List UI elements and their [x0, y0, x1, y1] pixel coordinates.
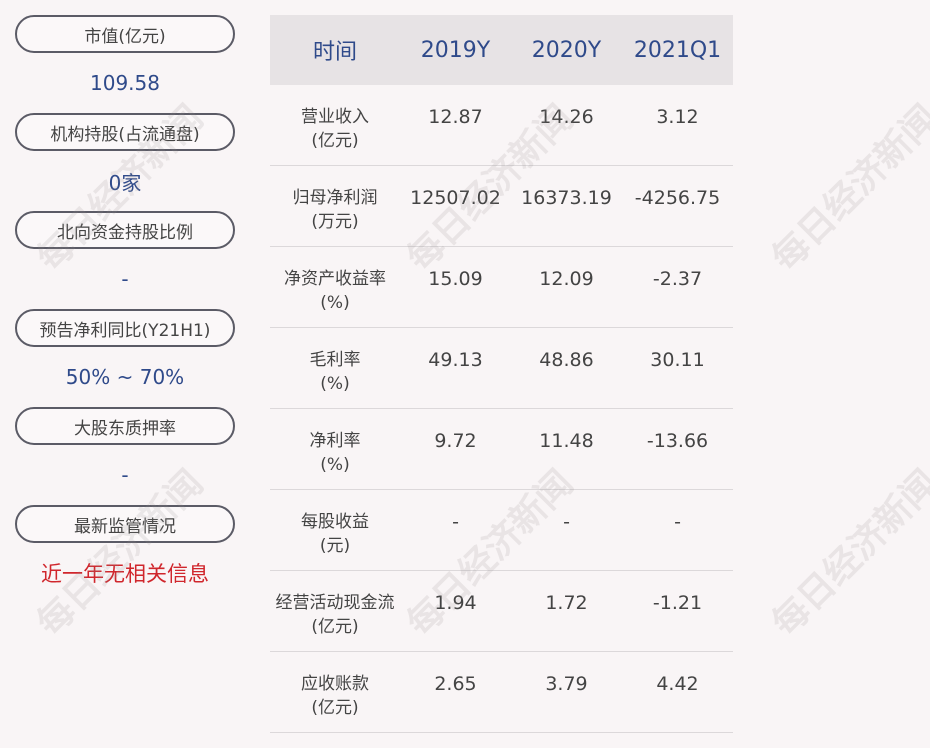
- header-period: 时间: [312, 40, 357, 65]
- row-value-2021q1: -13.66: [646, 430, 709, 452]
- table-row: 每股收益 (元) - - -: [270, 490, 733, 571]
- row-metric-unit: (万元): [311, 212, 359, 232]
- row-value-2019y: 15.09: [428, 268, 483, 290]
- row-value-2019y: 12.87: [428, 106, 483, 128]
- summary-label-northbound-ratio: 北向资金持股比例: [15, 211, 235, 249]
- row-label: 应收账款 (亿元): [270, 672, 400, 720]
- row-metric-name: 经营活动现金流: [275, 593, 395, 613]
- table-row: 归母净利润 (万元) 12507.02 16373.19 -4256.75: [270, 166, 733, 247]
- row-value-2019y: 1.94: [434, 592, 477, 614]
- row-value-2021q1: 4.42: [656, 673, 699, 695]
- summary-value-regulatory: 近一年无相关信息: [41, 562, 209, 586]
- summary-value-profit-forecast: 50% ~ 70%: [65, 365, 185, 389]
- row-value-2019y: -: [452, 511, 459, 533]
- summary-value-market-cap: 109.58: [90, 71, 160, 95]
- table-row: 经营活动现金流 (亿元) 1.94 1.72 -1.21: [270, 571, 733, 652]
- row-value-2020y: 12.09: [539, 268, 594, 290]
- row-metric-name: 净利率: [309, 431, 361, 451]
- watermark-text: 每日经济新闻: [764, 462, 930, 645]
- financial-table: 时间 2019Y 2020Y 2021Q1 营业收入 (亿元) 12.87 14.26…: [270, 15, 733, 733]
- row-metric-name: 毛利率: [309, 350, 361, 370]
- row-label: 净资产收益率 (%): [270, 267, 400, 315]
- row-label: 营业收入 (亿元): [270, 105, 400, 153]
- summary-value-pledge-ratio: -: [121, 463, 129, 487]
- row-value-2020y: 3.79: [545, 673, 588, 695]
- row-metric-unit: (元): [319, 536, 351, 556]
- row-value-2019y: 12507.02: [410, 187, 501, 209]
- table-row: 应收账款 (亿元) 2.65 3.79 4.42: [270, 652, 733, 733]
- row-value-2019y: 9.72: [434, 430, 477, 452]
- table-body: 营业收入 (亿元) 12.87 14.26 3.12 归母净利润 (万元) 12507.02 1…: [270, 85, 733, 733]
- row-value-2021q1: 30.11: [650, 349, 705, 371]
- row-metric-name: 每股收益: [301, 512, 369, 532]
- summary-label-pledge-ratio: 大股东质押率: [15, 407, 235, 445]
- row-value-2021q1: -1.21: [652, 592, 703, 614]
- row-metric-name: 净资产收益率: [284, 269, 386, 289]
- row-value-2019y: 2.65: [434, 673, 477, 695]
- summary-panel: 市值(亿元) 109.58 机构持股(占流通盘) 0家 北向资金持股比例 - 预…: [15, 15, 235, 603]
- row-value-2020y: 48.86: [539, 349, 594, 371]
- row-value-2019y: 49.13: [428, 349, 483, 371]
- table-row: 净利率 (%) 9.72 11.48 -13.66: [270, 409, 733, 490]
- row-metric-unit: (亿元): [311, 131, 359, 151]
- row-label: 毛利率 (%): [270, 348, 400, 396]
- summary-label-institutional-holding: 机构持股(占流通盘): [15, 113, 235, 151]
- row-value-2020y: 16373.19: [521, 187, 612, 209]
- row-metric-name: 营业收入: [301, 107, 369, 127]
- table-row: 营业收入 (亿元) 12.87 14.26 3.12: [270, 85, 733, 166]
- header-2019y: 2019Y: [420, 37, 491, 63]
- table-row: 净资产收益率 (%) 15.09 12.09 -2.37: [270, 247, 733, 328]
- row-metric-unit: (%): [320, 374, 350, 394]
- header-2021q1: 2021Q1: [633, 37, 722, 63]
- row-value-2020y: 14.26: [539, 106, 594, 128]
- row-label: 经营活动现金流 (亿元): [270, 591, 400, 639]
- row-metric-unit: (%): [320, 293, 350, 313]
- row-label: 净利率 (%): [270, 429, 400, 477]
- summary-value-institutional-holding: 0家: [108, 170, 142, 195]
- summary-label-regulatory: 最新监管情况: [15, 505, 235, 543]
- row-metric-unit: (亿元): [311, 698, 359, 718]
- row-value-2020y: 11.48: [539, 430, 594, 452]
- row-label: 每股收益 (元): [270, 510, 400, 558]
- row-value-2021q1: -2.37: [652, 268, 703, 290]
- summary-value-northbound-ratio: -: [121, 267, 129, 291]
- table-header: 时间 2019Y 2020Y 2021Q1: [270, 15, 733, 85]
- summary-label-profit-forecast: 预告净利同比(Y21H1): [15, 309, 235, 347]
- row-value-2020y: 1.72: [545, 592, 588, 614]
- table-row: 毛利率 (%) 49.13 48.86 30.11: [270, 328, 733, 409]
- row-value-2021q1: 3.12: [656, 106, 699, 128]
- header-2020y: 2020Y: [531, 37, 602, 63]
- row-value-2021q1: -: [674, 511, 681, 533]
- row-metric-unit: (%): [320, 455, 350, 475]
- row-metric-name: 应收账款: [301, 674, 369, 694]
- row-metric-name: 归母净利润: [292, 188, 378, 208]
- row-label: 归母净利润 (万元): [270, 186, 400, 234]
- row-metric-unit: (亿元): [311, 617, 359, 637]
- watermark-text: 每日经济新闻: [764, 97, 930, 280]
- row-value-2020y: -: [563, 511, 570, 533]
- row-value-2021q1: -4256.75: [634, 187, 721, 209]
- summary-label-market-cap: 市值(亿元): [15, 15, 235, 53]
